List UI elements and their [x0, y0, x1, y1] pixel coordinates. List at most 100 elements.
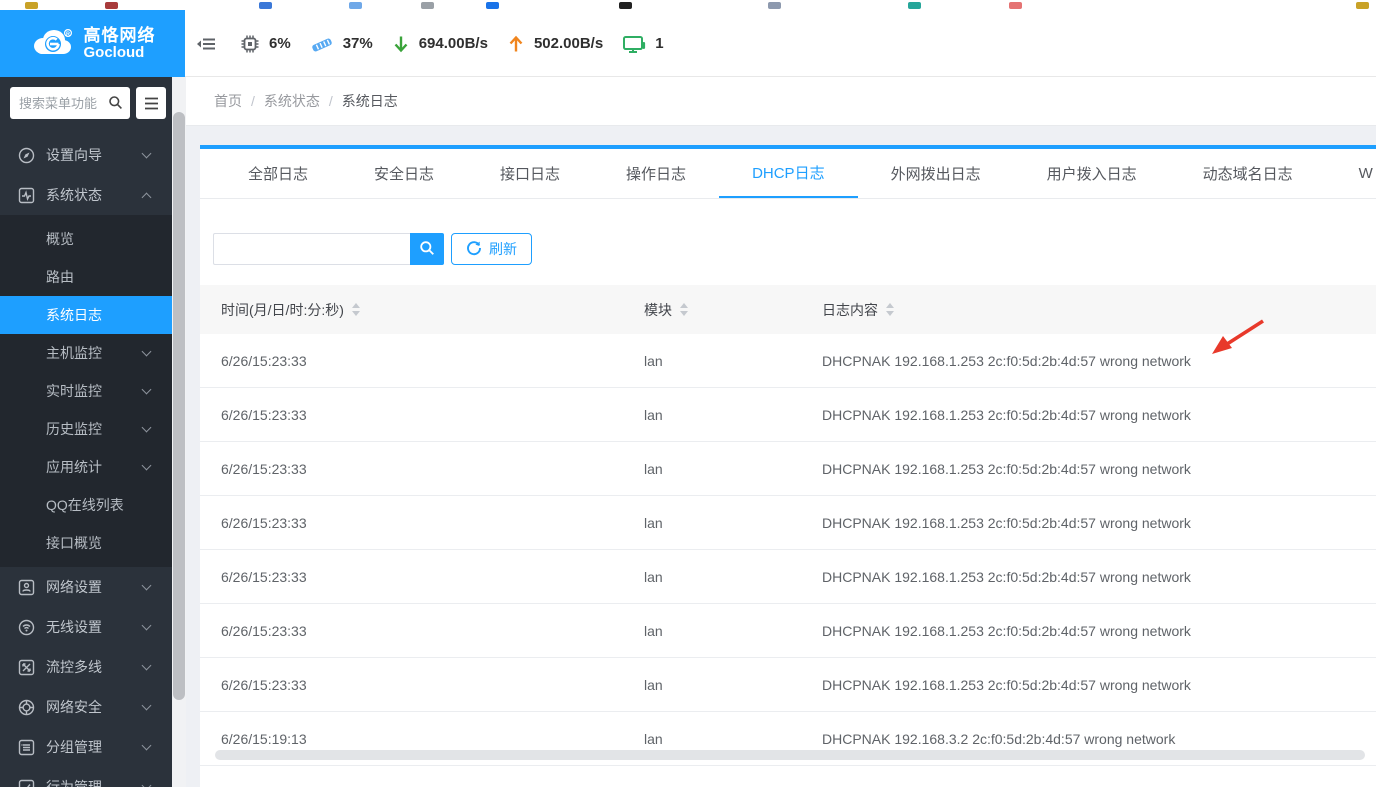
sidebar-subitem-label: 路由 — [46, 269, 74, 285]
sidebar-subitem[interactable]: 应用统计 — [0, 448, 172, 486]
chevron-up-icon — [141, 192, 152, 202]
sidebar-item[interactable]: 流控多线 — [0, 647, 172, 687]
sidebar-subitem[interactable]: 历史监控 — [0, 410, 172, 448]
tab-item[interactable]: 全部日志 — [215, 149, 341, 198]
log-time-cell: 6/26/15:23:33 — [221, 568, 307, 585]
log-panel: 全部日志 安全日志 接口日志 操作日志 DHCP日志 外网拨出日志 用户拨入日志 动态域名日志… — [200, 145, 1376, 787]
chevron-down-icon — [141, 740, 152, 751]
favicon-fragment — [1356, 2, 1369, 9]
chevron-down-icon — [141, 422, 152, 433]
sidebar-subitem-label: QQ在线列表 — [46, 497, 124, 513]
refresh-icon — [466, 240, 482, 259]
sidebar-subitem[interactable]: 主机监控 — [0, 334, 172, 372]
refresh-button[interactable]: 刷新 — [451, 233, 532, 265]
sidebar-item[interactable]: 无线设置 — [0, 607, 172, 647]
sort-caret-icon[interactable] — [351, 303, 360, 316]
breadcrumb: 首页 / 系统状态 / 系统日志 — [186, 77, 1376, 126]
table-row[interactable]: 6/26/15:23:33 lan DHCPNAK 192.168.1.253 2c… — [200, 334, 1376, 388]
sidebar-subitem[interactable]: 概览 — [0, 220, 172, 258]
breadcrumb-home[interactable]: 首页 — [214, 91, 242, 111]
log-module-cell: lan — [644, 406, 663, 423]
brand-name: 高恪网络 Gocloud — [83, 25, 156, 61]
tab-item[interactable]: 动态域名日志 — [1170, 149, 1326, 198]
sidebar-fold-icon[interactable] — [195, 33, 217, 55]
download-arrow-icon — [392, 34, 410, 54]
sidebar-item[interactable]: 系统状态 — [0, 175, 172, 215]
column-header[interactable]: 模块 — [644, 300, 822, 320]
memory-usage: 37% — [342, 35, 373, 52]
log-time-cell: 6/26/15:23:33 — [221, 676, 307, 693]
chevron-down-icon — [141, 660, 152, 671]
tab-item[interactable]: 用户拨入日志 — [1014, 149, 1170, 198]
tab-item[interactable]: W — [1326, 149, 1376, 198]
log-content-cell: DHCPNAK 192.168.3.2 2c:f0:5d:2b:4d:57 wr… — [822, 730, 1176, 747]
sidebar-item[interactable]: 分组管理 — [0, 727, 172, 767]
tab-item[interactable]: 外网拨出日志 — [858, 149, 1014, 198]
chevron-down-icon — [141, 460, 152, 471]
menu-search-icon[interactable] — [108, 95, 123, 115]
log-time-cell: 6/26/15:23:33 — [221, 460, 307, 477]
sidebar-submenu: 概览路由系统日志主机监控实时监控 历史监控 应用统计 QQ在线列表 接口概览 — [0, 215, 172, 567]
wifi-icon — [18, 619, 35, 636]
log-module-cell: lan — [644, 730, 663, 747]
sidebar: 设置向导系统状态概览路由系统日志主机监控实时监控历史监控应用统计 QQ在线列表接口… — [0, 77, 172, 787]
tab-item[interactable]: 接口日志 — [467, 149, 593, 198]
log-time-cell: 6/26/15:23:33 — [221, 352, 307, 369]
sidebar-item-label: 流控多线 — [46, 659, 102, 675]
favicon-fragment — [768, 2, 781, 9]
chevron-down-icon — [141, 148, 152, 159]
sort-caret-icon[interactable] — [886, 303, 894, 316]
online-devices-count: 1 — [655, 35, 664, 52]
tab-active[interactable]: DHCP日志 — [719, 149, 858, 198]
menu-hamburger-button[interactable] — [136, 87, 166, 119]
table-row[interactable]: 6/26/15:23:33 lan DHCPNAK 192.168.1.253 2c… — [200, 442, 1376, 496]
sidebar-subitem-label: 主机监控 — [46, 345, 102, 361]
breadcrumb-current: 系统日志 — [341, 93, 398, 109]
log-content-cell: DHCPNAK 192.168.1.253 2c:f0:5d:2b:4d:57 … — [822, 568, 1191, 585]
sidebar-scrollbar-thumb[interactable] — [173, 112, 185, 700]
upload-speed: 502.00B/s — [533, 35, 604, 52]
sidebar-subitem[interactable]: QQ在线列表 — [0, 486, 172, 524]
tab-item[interactable]: 操作日志 — [593, 149, 719, 198]
log-search-input[interactable] — [213, 233, 410, 265]
favicon-fragment — [349, 2, 362, 9]
sidebar-subitem[interactable]: 实时监控 — [0, 372, 172, 410]
sidebar-menu: 设置向导系统状态概览路由系统日志主机监控实时监控 历史监控 应用统计 QQ在线列表 接口… — [0, 135, 172, 787]
sidebar-subitem-label: 概览 — [46, 231, 74, 247]
group-icon — [18, 739, 35, 756]
log-search-button[interactable] — [410, 233, 444, 265]
search-icon — [419, 240, 435, 259]
sidebar-subitem[interactable]: 系统日志 — [0, 296, 172, 334]
table-row[interactable]: 6/26/15:23:33 lan DHCPNAK 192.168.1.253 2c… — [200, 550, 1376, 604]
column-header[interactable]: 日志内容 — [822, 300, 1376, 320]
favicon-fragment — [421, 2, 434, 9]
sidebar-subitem[interactable]: 路由 — [0, 258, 172, 296]
sidebar-item[interactable]: 网络安全 — [0, 687, 172, 727]
table-row[interactable]: 6/26/15:23:33 lan DHCPNAK 192.168.1.253 2c… — [200, 604, 1376, 658]
refresh-label: 刷新 — [489, 241, 517, 257]
brand-logo[interactable]: R 高恪网络 Gocloud — [0, 10, 185, 77]
table-row[interactable]: 6/26/15:23:33 lan DHCPNAK 192.168.1.253 2c… — [200, 496, 1376, 550]
favicon-fragment — [259, 2, 272, 9]
sidebar-item[interactable]: 网络设置 — [0, 567, 172, 607]
sidebar-item-label: 设置向导 — [46, 147, 102, 163]
sidebar-subitem[interactable]: 接口概览 — [0, 524, 172, 562]
table-row[interactable]: 6/26/15:23:33 lan DHCPNAK 192.168.1.253 2c… — [200, 388, 1376, 442]
favicon-fragment — [619, 2, 632, 9]
tab-item[interactable]: 安全日志 — [341, 149, 467, 198]
table-row[interactable]: 6/26/15:23:33 lan DHCPNAK 192.168.1.253 2c… — [200, 658, 1376, 712]
sidebar-item[interactable]: 设置向导 — [0, 135, 172, 175]
sidebar-subitem-label: 接口概览 — [46, 535, 102, 551]
network-icon — [18, 579, 35, 596]
log-module-cell: lan — [644, 622, 663, 639]
favicon-fragment — [1009, 2, 1022, 9]
log-content-cell: DHCPNAK 192.168.1.253 2c:f0:5d:2b:4d:57 … — [822, 676, 1191, 693]
sidebar-item[interactable]: 行为管理 — [0, 767, 172, 787]
column-header[interactable]: 时间(月/日/时:分:秒) — [200, 300, 644, 320]
sort-caret-icon[interactable] — [680, 303, 688, 316]
sidebar-item-label: 无线设置 — [46, 619, 102, 635]
breadcrumb-system-status[interactable]: 系统状态 — [264, 91, 320, 111]
favicon-fragment — [486, 2, 499, 9]
svg-text:R: R — [66, 31, 70, 37]
horizontal-scrollbar-thumb[interactable] — [215, 750, 1365, 760]
